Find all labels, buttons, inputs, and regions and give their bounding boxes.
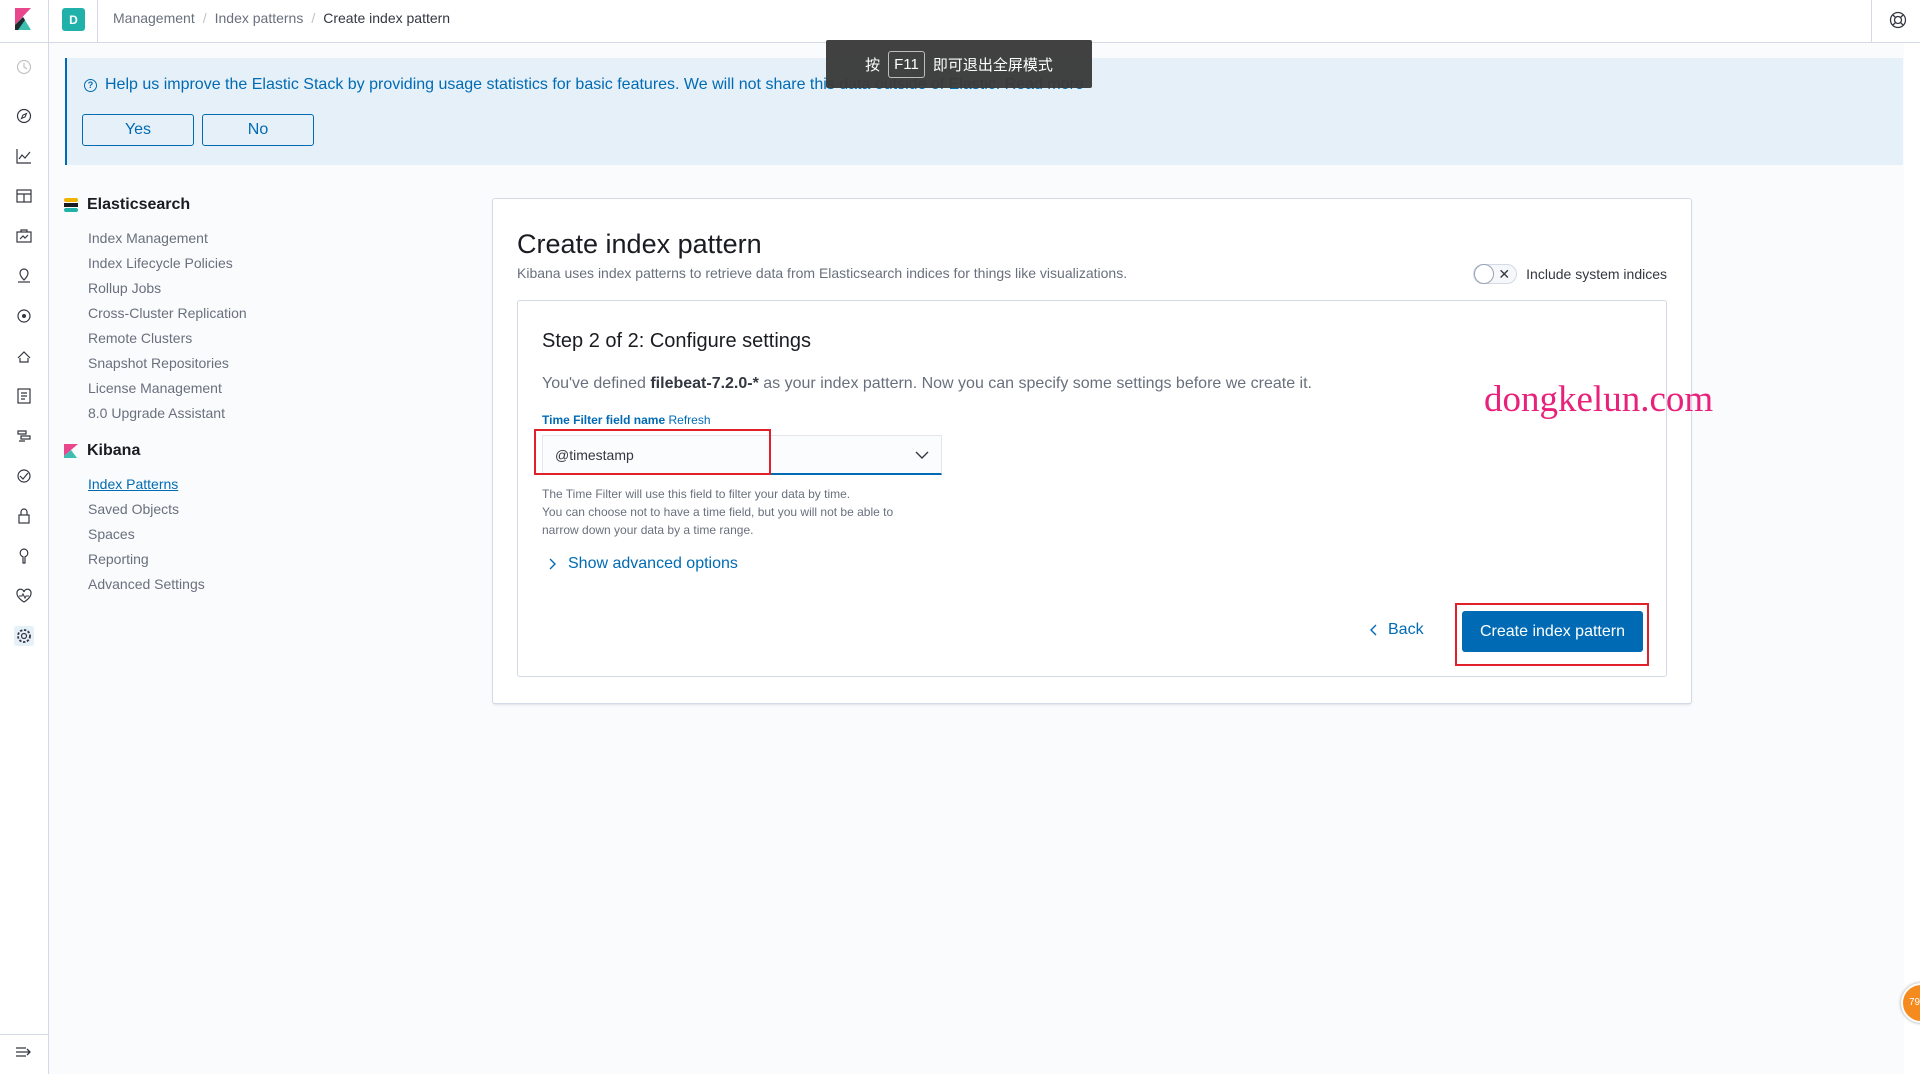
telemetry-yes-button[interactable]: Yes <box>82 114 194 146</box>
help-menu-icon[interactable] <box>1888 10 1908 30</box>
sidenav-item-reporting[interactable]: Reporting <box>88 547 324 572</box>
help-line: narrow down your data by a time range. <box>542 523 754 537</box>
refresh-link[interactable]: Refresh <box>669 413 711 427</box>
sidenav-item-index-lifecycle-policies[interactable]: Index Lifecycle Policies <box>88 251 324 276</box>
time-filter-help-text: The Time Filter will use this field to f… <box>542 485 942 539</box>
highlight-box-create-button <box>1455 603 1649 666</box>
index-pattern-name: filebeat-7.2.0-* <box>650 375 759 392</box>
back-label: Back <box>1388 621 1424 638</box>
sidenav-item-snapshot-repositories[interactable]: Snapshot Repositories <box>88 351 324 376</box>
sidenav-item-cross-cluster-replication[interactable]: Cross-Cluster Replication <box>88 301 324 326</box>
include-system-indices-label: Include system indices <box>1526 266 1667 282</box>
breadcrumb: Management / Index patterns / Create ind… <box>113 10 450 26</box>
elasticsearch-logo-icon <box>64 198 78 212</box>
kibana-logo[interactable] <box>13 8 33 30</box>
fullscreen-toast: 按 F11 即可退出全屏模式 <box>826 40 1092 88</box>
recently-viewed-icon[interactable] <box>14 57 34 77</box>
chevron-right-icon <box>549 558 556 570</box>
help-line: You can choose not to have a time field,… <box>542 505 894 519</box>
header-divider-right <box>1871 0 1872 43</box>
step-title: Step 2 of 2: Configure settings <box>542 330 812 352</box>
sidenav-item-spaces[interactable]: Spaces <box>88 522 324 547</box>
include-system-indices-toggle[interactable]: ✕ <box>1473 264 1518 284</box>
canvas-icon[interactable] <box>14 226 34 246</box>
management-gear-icon[interactable] <box>14 626 34 646</box>
apm-icon[interactable] <box>14 426 34 446</box>
watermark-text: dongkelun.com <box>1484 379 1714 420</box>
siem-icon[interactable] <box>14 506 34 526</box>
uptime-icon[interactable] <box>14 466 34 486</box>
breadcrumb-index-patterns[interactable]: Index patterns <box>215 10 304 26</box>
create-index-pattern-panel: Create index pattern Kibana uses index p… <box>492 198 1692 704</box>
breadcrumb-current: Create index pattern <box>323 10 451 26</box>
infrastructure-icon[interactable] <box>14 346 34 366</box>
collapse-nav-icon[interactable] <box>14 1044 34 1060</box>
time-filter-label-text: Time Filter field name <box>542 413 666 427</box>
space-avatar[interactable]: D <box>62 8 85 31</box>
chevron-left-icon <box>1370 624 1377 636</box>
toggle-off-icon: ✕ <box>1498 266 1511 282</box>
sidenav-item-saved-objects[interactable]: Saved Objects <box>88 497 324 522</box>
logs-icon[interactable] <box>14 386 34 406</box>
sidenav-group-title: Kibana <box>87 442 141 459</box>
dev-tools-icon[interactable] <box>14 546 34 566</box>
help-line: The Time Filter will use this field to f… <box>542 487 851 501</box>
kibana-logo-icon <box>64 444 78 458</box>
right-edge-strip <box>1904 43 1920 1074</box>
nav-rail <box>0 0 49 1074</box>
telemetry-no-button[interactable]: No <box>202 114 314 146</box>
sidenav-item-index-patterns[interactable]: Index Patterns <box>88 472 324 497</box>
toggle-knob <box>1474 264 1495 284</box>
show-advanced-options-link[interactable]: Show advanced options <box>548 555 738 573</box>
sidenav-item-remote-clusters[interactable]: Remote Clusters <box>88 326 324 351</box>
dashboard-icon[interactable] <box>14 186 34 206</box>
page-subtitle: Kibana uses index patterns to retrieve d… <box>517 265 1128 281</box>
sidenav-group-kibana: Kibana <box>64 442 324 460</box>
configure-settings-panel: Step 2 of 2: Configure settings You've d… <box>517 300 1667 677</box>
ml-icon[interactable] <box>14 306 34 326</box>
back-button[interactable]: Back <box>1368 621 1424 639</box>
discover-icon[interactable] <box>14 106 34 126</box>
sidenav-group-elasticsearch: Elasticsearch <box>64 196 324 214</box>
help-circle-icon: ? <box>84 78 97 92</box>
breadcrumb-separator: / <box>311 10 316 26</box>
sidenav-item-rollup-jobs[interactable]: Rollup Jobs <box>88 276 324 301</box>
toast-key: F11 <box>888 50 925 78</box>
chevron-down-icon <box>915 451 929 459</box>
rail-divider <box>0 42 49 43</box>
page-title: Create index pattern <box>517 229 762 259</box>
monitoring-icon[interactable] <box>14 586 34 606</box>
toast-prefix: 按 <box>865 56 881 74</box>
breadcrumb-management[interactable]: Management <box>113 10 195 26</box>
top-header: D Management / Index patterns / Create i… <box>49 0 1920 43</box>
show-advanced-options-label: Show advanced options <box>568 555 738 572</box>
management-sidenav: Elasticsearch Index Management Index Lif… <box>64 196 324 613</box>
elasticsearch-nav-list: Index Management Index Lifecycle Policie… <box>88 226 324 426</box>
sidenav-item-index-management[interactable]: Index Management <box>88 226 324 251</box>
kibana-nav-list: Index Patterns Saved Objects Spaces Repo… <box>88 472 324 597</box>
highlight-box-time-field <box>534 429 771 475</box>
defined-suffix: as your index pattern. Now you can speci… <box>758 375 1312 392</box>
defined-prefix: You've defined <box>542 375 651 392</box>
header-divider <box>97 0 98 43</box>
maps-icon[interactable] <box>14 266 34 286</box>
defined-pattern-text: You've defined filebeat-7.2.0-* as your … <box>542 375 1312 393</box>
toast-suffix: 即可退出全屏模式 <box>932 56 1053 74</box>
sidenav-item-advanced-settings[interactable]: Advanced Settings <box>88 572 324 597</box>
sidenav-item-license-management[interactable]: License Management <box>88 376 324 401</box>
time-filter-label: Time Filter field name Refresh <box>542 413 711 427</box>
breadcrumb-separator: / <box>202 10 207 26</box>
rail-bottom-divider <box>0 1034 49 1035</box>
include-system-indices-control: ✕ Include system indices <box>1473 264 1667 284</box>
visualize-icon[interactable] <box>14 146 34 166</box>
sidenav-group-title: Elasticsearch <box>87 196 191 213</box>
sidenav-item-upgrade-assistant[interactable]: 8.0 Upgrade Assistant <box>88 401 324 426</box>
